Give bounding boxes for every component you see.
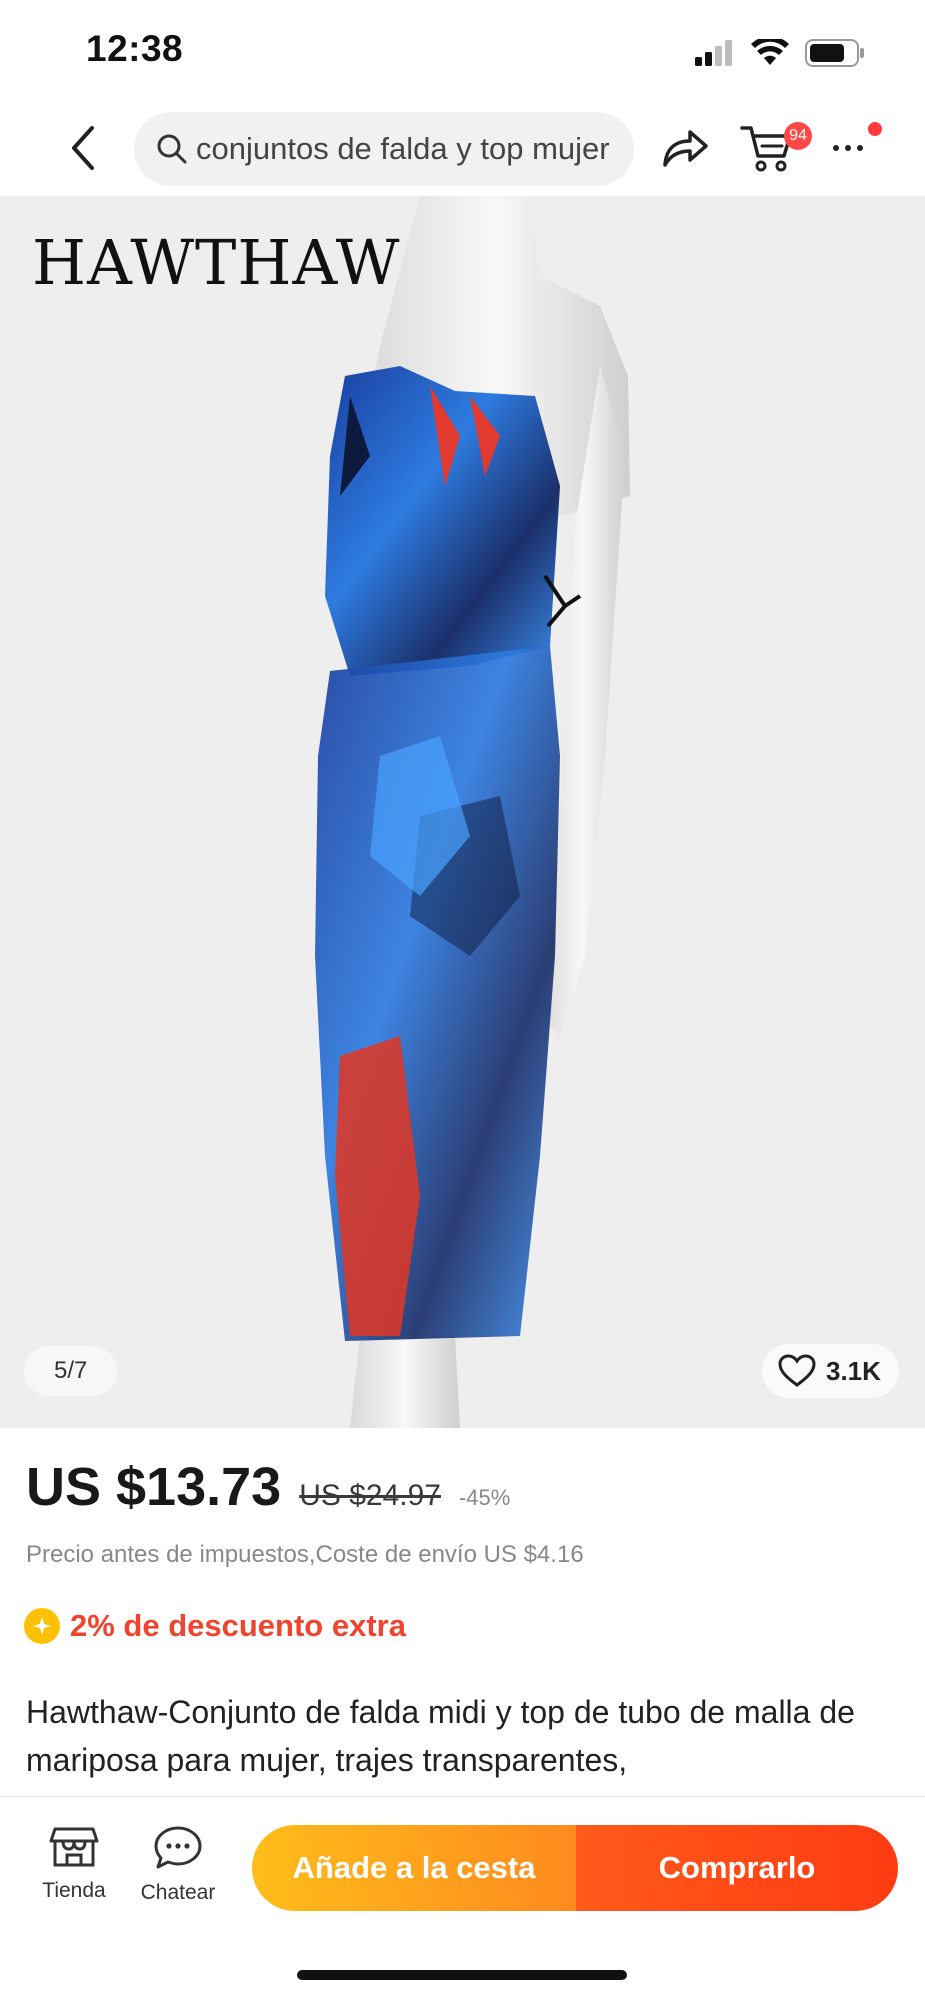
battery-icon: [805, 39, 864, 67]
heart-icon: [778, 1354, 816, 1387]
product-image-gallery[interactable]: HAWTHAW 5/7 3.1K: [0, 196, 925, 1428]
wifi-icon: [751, 39, 789, 65]
tax-shipping-note: Precio antes de impuestos,Coste de envío…: [26, 1541, 584, 1568]
brand-logo: HAWTHAW: [32, 226, 401, 299]
coin-icon: [24, 1608, 60, 1644]
add-to-cart-button[interactable]: Añade a la cesta: [252, 1825, 576, 1911]
cart-count-badge: 94: [784, 122, 812, 150]
search-input[interactable]: conjuntos de falda y top mujer: [134, 112, 634, 186]
share-icon: [663, 130, 708, 167]
chat-label: Chatear: [140, 1881, 216, 1904]
image-counter: 5/7: [24, 1346, 118, 1396]
wishlist-button[interactable]: 3.1K: [762, 1344, 899, 1398]
search-icon: [157, 134, 187, 164]
home-indicator: [297, 1970, 627, 1980]
share-button[interactable]: [660, 122, 712, 174]
current-price: US $13.73: [26, 1457, 282, 1517]
more-icon: [833, 145, 839, 151]
status-icons: [695, 36, 865, 70]
product-title: Hawthaw-Conjunto de falda midi y top de …: [26, 1694, 855, 1778]
chevron-left-icon: [72, 126, 94, 170]
extra-discount-promo[interactable]: 2% de descuento extra: [24, 1608, 406, 1644]
original-price: US $24.97: [299, 1479, 441, 1512]
back-button[interactable]: [58, 118, 108, 178]
store-label: Tienda: [42, 1879, 106, 1902]
top-nav-bar: conjuntos de falda y top mujer 94: [0, 100, 925, 196]
store-button[interactable]: Tienda: [30, 1825, 118, 1905]
status-time: 12:38: [86, 28, 184, 69]
signal-icon: [695, 40, 732, 66]
product-photo: [315, 196, 630, 1428]
notification-dot: [868, 122, 882, 136]
chat-button[interactable]: Chatear: [132, 1825, 224, 1905]
search-query: conjuntos de falda y top mujer: [196, 131, 610, 166]
status-bar: 12:38: [0, 0, 925, 100]
chat-icon: [154, 1826, 202, 1869]
extra-discount-text: 2% de descuento extra: [70, 1608, 406, 1643]
price-row: US $13.73 US $24.97 -45%: [26, 1456, 510, 1518]
discount-percent: -45%: [458, 1485, 511, 1510]
store-icon: [49, 1827, 99, 1867]
buy-now-button[interactable]: Comprarlo: [576, 1825, 898, 1911]
wishlist-count: 3.1K: [826, 1355, 881, 1386]
